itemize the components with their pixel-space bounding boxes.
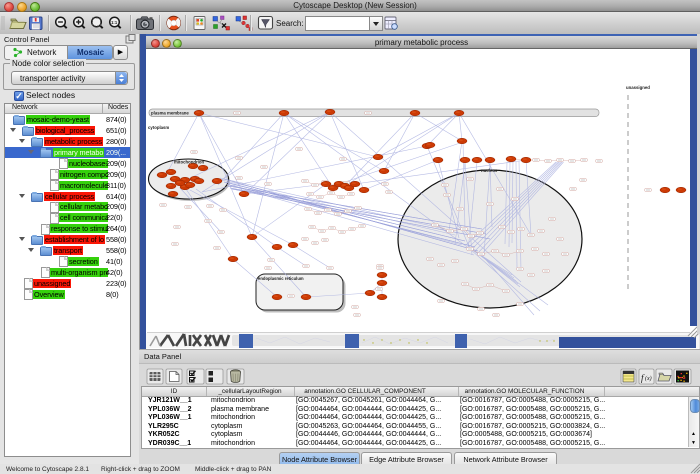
svg-text:(x): (x) [645,375,652,382]
svg-text:plasma membrane: plasma membrane [151,111,189,116]
svg-text:nucleus: nucleus [481,168,498,173]
svg-text:unassigned: unassigned [626,85,650,90]
svg-text:1:1: 1:1 [111,20,118,25]
svg-text:cytoplasm: cytoplasm [148,125,169,130]
svg-text:mitochondrion: mitochondrion [174,160,204,165]
svg-text:endoplasmic reticulum: endoplasmic reticulum [258,276,304,281]
